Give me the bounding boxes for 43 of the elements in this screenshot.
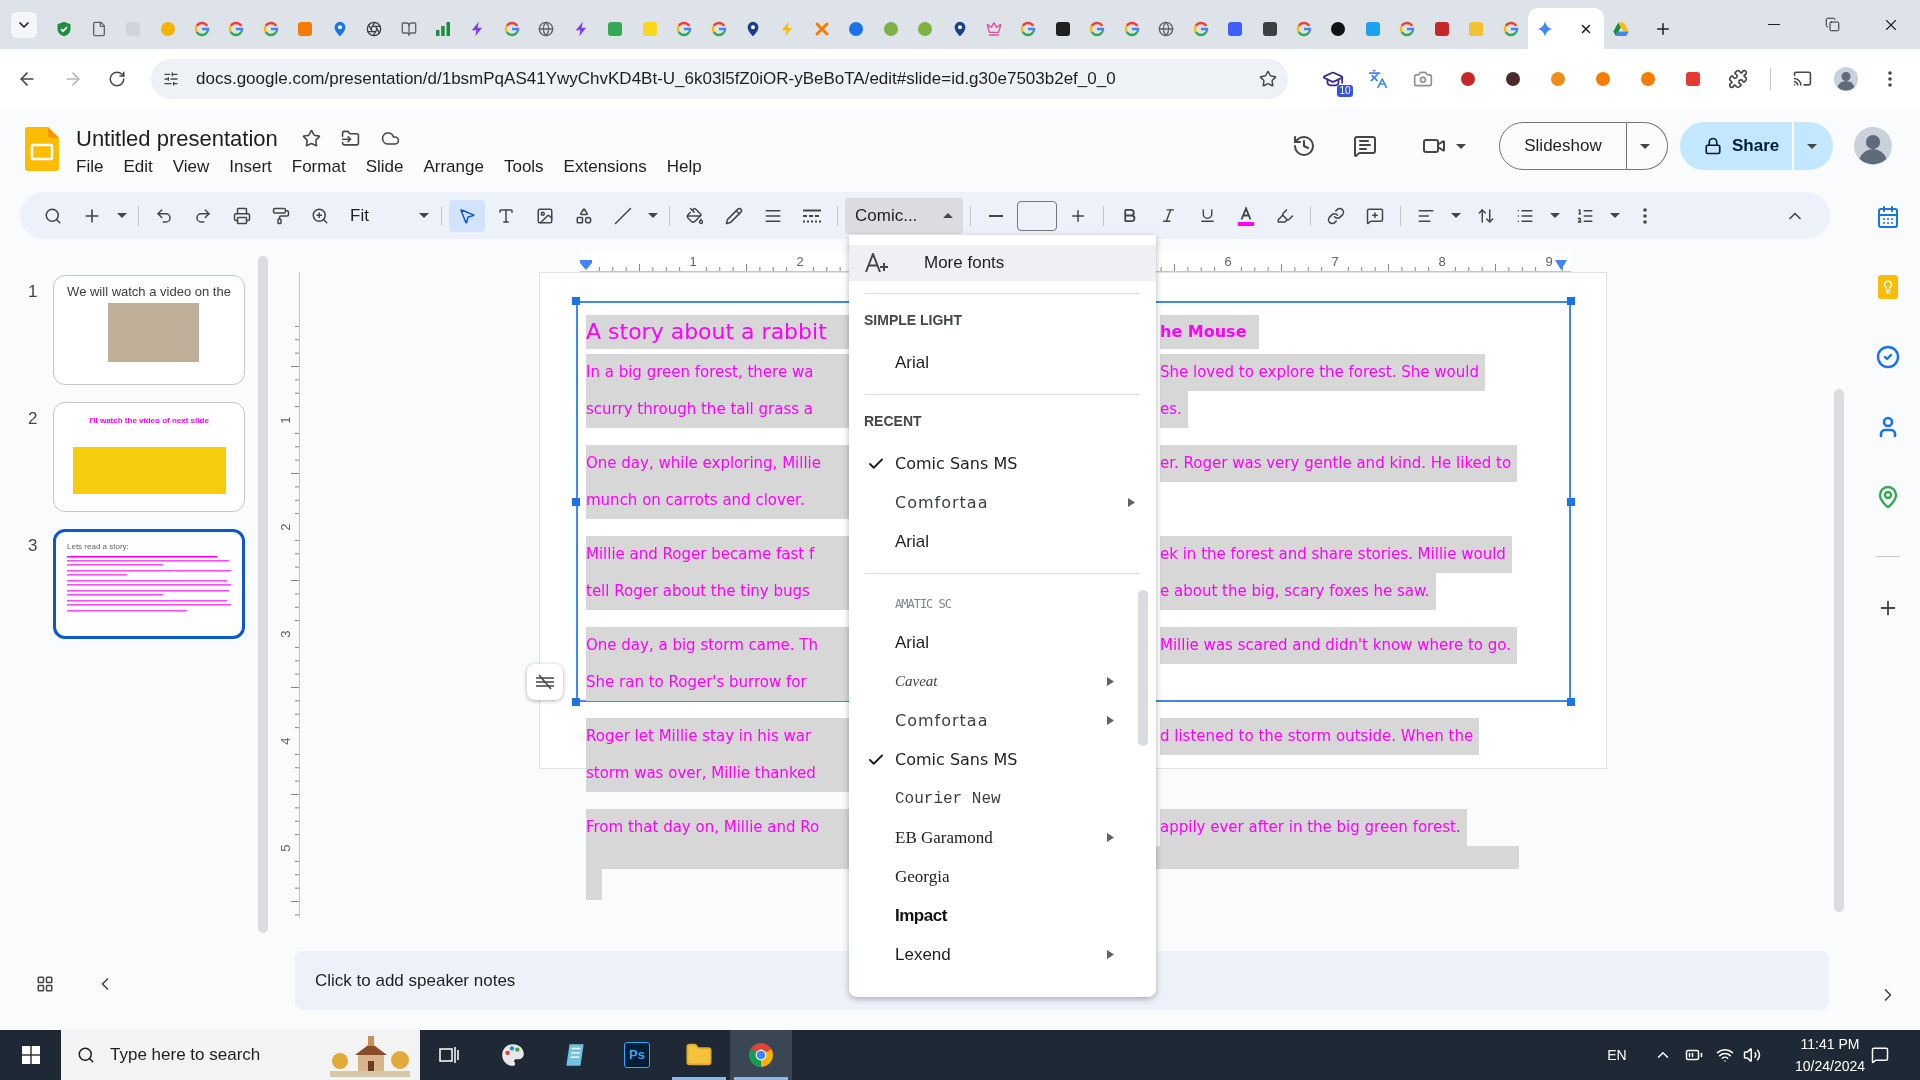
slide-number: 1 [28, 281, 39, 303]
slide-text: storm was over, Millie thanked [586, 755, 849, 792]
ruler-number: 1 [688, 254, 698, 270]
slide-number: 3 [28, 535, 39, 557]
app-logo: Ps [624, 1042, 650, 1068]
section-heading: RECENT [863, 411, 923, 431]
ruler-number: 7 [1330, 254, 1340, 270]
thumbnail-text: We will watch a video on the [67, 284, 231, 300]
slide-title: he Mouse [1160, 314, 1259, 349]
slide-text: er. Roger was very gentle and kind. He liked to [1160, 445, 1518, 482]
slide-text: es. [1160, 391, 1188, 428]
count-badge: 10 [1337, 84, 1353, 97]
slide-text: tell Roger about the tiny bugs [586, 573, 849, 610]
slide-number: 2 [28, 408, 39, 430]
slide-text: d listened to the storm outside. When the [1160, 718, 1480, 755]
section-heading: SIMPLE LIGHT [863, 310, 963, 330]
ruler-number: 2 [795, 254, 805, 270]
slide-text: From that day on, Millie and Ro [586, 809, 849, 846]
ruler-number: 4 [279, 736, 293, 747]
ruler-number: 8 [1437, 254, 1447, 270]
slide-text: She loved to explore the forest. She would [1160, 354, 1485, 391]
slide-text: appily ever after in the big green forest. [1160, 809, 1467, 846]
slide-text: Roger let Millie stay in his war [586, 718, 849, 755]
slide-text: ek in the forest and share stories. Millie would [1160, 536, 1512, 573]
thumbnail-text: I'll watch the video of next slide [89, 416, 209, 426]
slide-text: One day, a big storm came. Th [586, 627, 849, 664]
slide-text: scurry through the tall grass a [586, 391, 849, 428]
ruler-number: 1 [279, 415, 293, 426]
ruler-number: 9 [1544, 254, 1554, 270]
ruler-number: 5 [279, 843, 293, 854]
slide-title: A story about a rabbit [586, 314, 849, 349]
slide-text: In a big green forest, there wa [586, 354, 849, 391]
slide-text: munch on carrots and clover. [586, 482, 849, 519]
thumbnail-text: Lets read a story: [67, 542, 129, 552]
ruler-number: 3 [279, 629, 293, 640]
slide-text: e about the big, scary foxes he saw. [1160, 573, 1436, 610]
ruler-number: 2 [279, 522, 293, 533]
slide-text: Millie was scared and didn't know where to go. [1160, 627, 1517, 664]
url-text: docs.google.com/presentation/d/1bsmPqAS41YwyChvKD4Bt-U_6k03l5fZ0iOR-yBeBoTA/edit#slide=id.g30e7503b2ef_0_0 [196, 67, 1116, 90]
slide-text: Millie and Roger became fast f [586, 536, 849, 573]
slide-text: She ran to Roger's burrow for [586, 664, 849, 701]
slide-text: One day, while exploring, Millie [586, 445, 849, 482]
ruler-number: 6 [1223, 254, 1233, 270]
